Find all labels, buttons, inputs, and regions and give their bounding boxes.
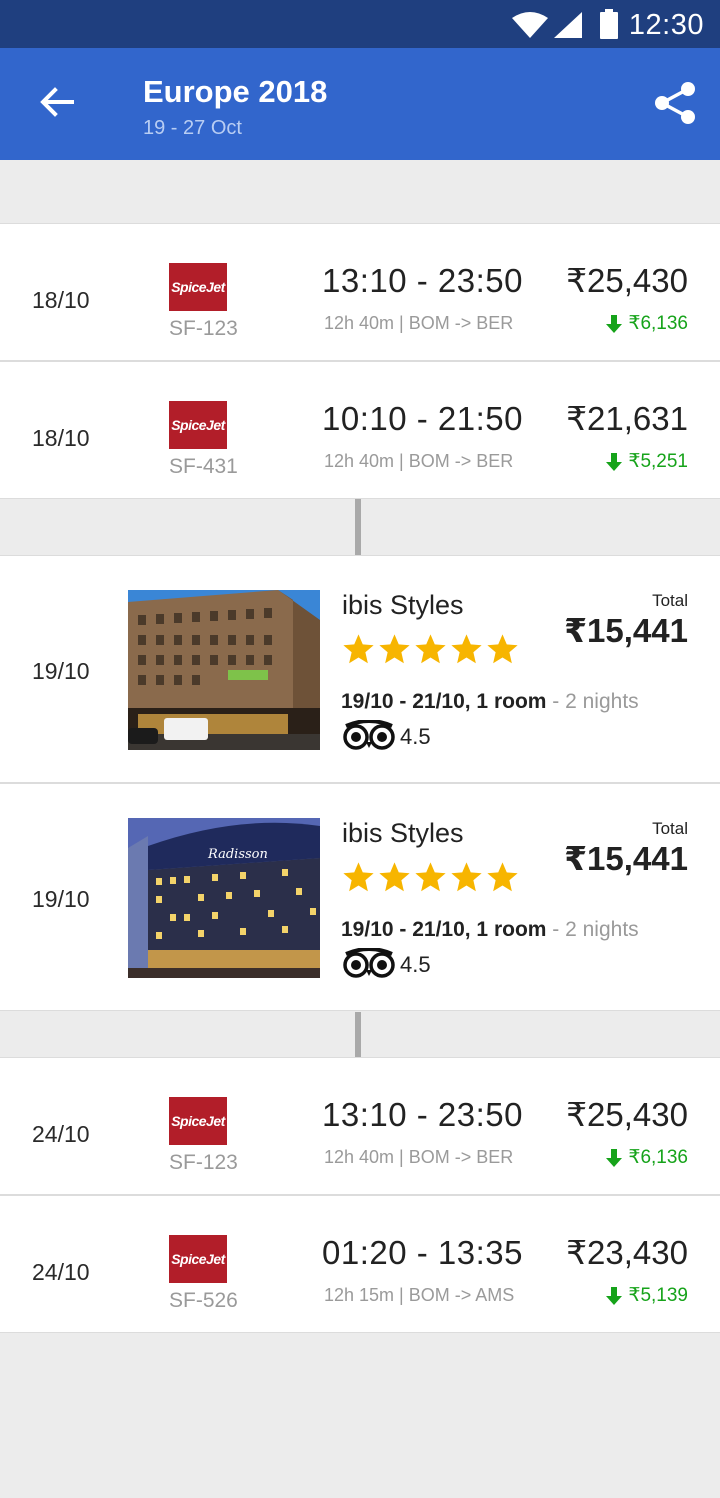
flight-times: 01:20 - 13:35: [322, 1234, 523, 1271]
tripadvisor-owl-icon: [343, 720, 395, 750]
timeline-connector: [355, 1012, 361, 1057]
star-icon: [379, 634, 410, 664]
price-drop: ₹5,139: [606, 1284, 688, 1307]
star-icon: [487, 862, 518, 892]
stay-nights: - 2 nights: [546, 918, 639, 941]
hotel-card[interactable]: 19/10 Radisson ibis Styles 19/10 - 21/10…: [0, 783, 720, 1011]
flight-times: 10:10 - 21:50: [322, 400, 523, 437]
price-drop-amount: ₹6,136: [628, 1147, 688, 1168]
star-icon: [487, 634, 518, 664]
airline-logo: SpiceJet: [169, 1235, 227, 1283]
star-rating: [342, 861, 519, 894]
price-drop: ₹6,136: [606, 1146, 688, 1169]
price-drop-amount: ₹5,139: [628, 1285, 688, 1306]
hotel-date: 19/10: [32, 886, 90, 912]
flight-number: SF-123: [169, 317, 238, 340]
signal-icon: [554, 12, 582, 38]
flight-date: 18/10: [32, 425, 90, 451]
stay-nights: - 2 nights: [546, 690, 639, 713]
hotel-name: ibis Styles: [342, 590, 464, 620]
tripadvisor-owl-icon: [343, 948, 395, 978]
arrow-down-icon: [606, 314, 623, 333]
star-icon: [451, 862, 482, 892]
flight-route: 12h 40m | BOM -> BER: [324, 1147, 514, 1167]
flight-price: ₹25,430: [566, 1096, 688, 1133]
arrow-down-icon: [606, 452, 623, 471]
status-bar: 12:30: [0, 0, 720, 48]
flight-card[interactable]: 24/10 SpiceJet SF-123 13:10 - 23:50 12h …: [0, 1057, 720, 1195]
flight-card[interactable]: 24/10 SpiceJet SF-526 01:20 - 13:35 12h …: [0, 1195, 720, 1333]
hotel-name: ibis Styles: [342, 818, 464, 848]
flight-card[interactable]: 18/10 SpiceJet SF-123 13:10 - 23:50 12h …: [0, 223, 720, 361]
rating-value: 4.5: [400, 724, 431, 749]
star-icon: [451, 634, 482, 664]
app-bar: Europe 2018 19 - 27 Oct: [0, 48, 720, 160]
star-icon: [415, 634, 446, 664]
airline-logo: SpiceJet: [169, 1097, 227, 1145]
star-icon: [343, 862, 374, 892]
flight-route: 12h 40m | BOM -> BER: [324, 451, 514, 471]
total-label: Total: [652, 591, 688, 610]
trip-dates: 19 - 27 Oct: [143, 117, 242, 139]
star-icon: [415, 862, 446, 892]
back-arrow-icon[interactable]: [36, 82, 76, 122]
stay-dates: 19/10 - 21/10, 1 room: [341, 690, 547, 713]
status-time: 12:30: [628, 9, 704, 41]
airline-logo: SpiceJet: [169, 263, 227, 311]
share-icon[interactable]: [652, 80, 698, 126]
page-title: Europe 2018: [143, 74, 328, 109]
price-drop: ₹6,136: [606, 312, 688, 335]
flight-number: SF-431: [169, 455, 238, 478]
total-label: Total: [652, 819, 688, 838]
hotel-photo: [128, 590, 320, 750]
star-icon: [379, 862, 410, 892]
rating-value: 4.5: [400, 952, 431, 977]
flight-date: 24/10: [32, 1259, 90, 1285]
airline-logo: SpiceJet: [169, 401, 227, 449]
tripadvisor-rating: 4.5: [342, 948, 431, 978]
flight-times: 13:10 - 23:50: [322, 1096, 523, 1133]
stay-details: 19/10 - 21/10, 1 room - 2 nights: [341, 690, 639, 714]
flight-number: SF-526: [169, 1289, 238, 1312]
tripadvisor-rating: 4.5: [342, 720, 431, 750]
price-drop: ₹5,251: [606, 450, 688, 473]
flight-price: ₹25,430: [566, 262, 688, 299]
stay-details: 19/10 - 21/10, 1 room - 2 nights: [341, 918, 639, 942]
hotel-date: 19/10: [32, 658, 90, 684]
arrow-down-icon: [606, 1148, 623, 1167]
timeline-connector: [355, 499, 361, 555]
price-drop-amount: ₹5,251: [628, 451, 688, 472]
price-drop-amount: ₹6,136: [628, 313, 688, 334]
arrow-down-icon: [606, 1286, 623, 1305]
flight-price: ₹23,430: [566, 1234, 688, 1271]
flight-times: 13:10 - 23:50: [322, 262, 523, 299]
wifi-icon: [512, 12, 548, 38]
hotel-price: ₹15,441: [564, 840, 688, 877]
star-rating: [342, 633, 519, 666]
flight-date: 18/10: [32, 287, 90, 313]
flight-card[interactable]: 18/10 SpiceJet SF-431 10:10 - 21:50 12h …: [0, 361, 720, 499]
flight-route: 12h 15m | BOM -> AMS: [324, 1285, 515, 1305]
hotel-price: ₹15,441: [564, 612, 688, 649]
flight-route: 12h 40m | BOM -> BER: [324, 313, 514, 333]
star-icon: [343, 634, 374, 664]
battery-icon: [600, 9, 618, 39]
hotel-photo: Radisson: [128, 818, 320, 978]
stay-dates: 19/10 - 21/10, 1 room: [341, 918, 547, 941]
svg-text:Radisson: Radisson: [207, 847, 268, 862]
flight-number: SF-123: [169, 1151, 238, 1174]
flight-price: ₹21,631: [566, 400, 688, 437]
hotel-card[interactable]: 19/10 ibis Styles 19/10 - 21/10, 1 room …: [0, 555, 720, 783]
flight-date: 24/10: [32, 1121, 90, 1147]
